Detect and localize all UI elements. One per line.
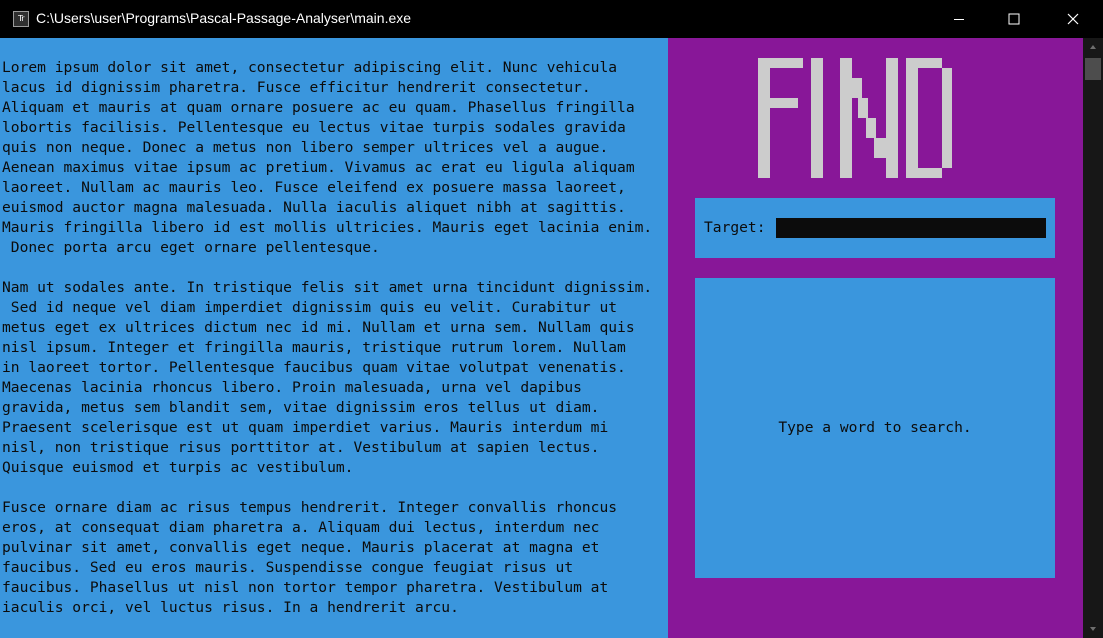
minimize-icon: [954, 19, 964, 20]
target-input[interactable]: [776, 218, 1046, 238]
passage-panel: Lorem ipsum dolor sit amet, consectetur …: [0, 38, 668, 638]
close-button[interactable]: [1050, 0, 1096, 38]
passage-paragraph-2: Nam ut sodales ante. In tristique felis …: [2, 279, 653, 476]
search-result-box: Type a word to search.: [695, 278, 1055, 578]
scroll-down-button[interactable]: [1083, 620, 1103, 638]
title-bar[interactable]: Tr C:\Users\user\Programs\Pascal-Passage…: [0, 0, 1103, 38]
scroll-up-icon: [1090, 45, 1096, 49]
passage-paragraph-1: Lorem ipsum dolor sit amet, consectetur …: [2, 59, 653, 256]
find-panel: Target: Type a word to search.: [668, 38, 1083, 638]
passage-paragraph-3: Fusce ornare diam ac risus tempus hendre…: [2, 499, 618, 616]
target-label: Target:: [704, 219, 766, 236]
terminal-app-icon[interactable]: Tr: [13, 11, 29, 27]
find-logo-graphic: [758, 58, 952, 178]
scroll-thumb[interactable]: [1085, 58, 1101, 80]
maximize-icon: [1008, 13, 1020, 25]
target-box: Target:: [695, 198, 1055, 258]
window-title: C:\Users\user\Programs\Pascal-Passage-An…: [36, 10, 412, 26]
minimize-button[interactable]: [936, 0, 982, 38]
close-icon: [1067, 13, 1079, 25]
find-logo: [758, 58, 958, 182]
scroll-down-icon: [1090, 627, 1096, 631]
search-result-message: Type a word to search.: [778, 419, 972, 436]
scroll-up-button[interactable]: [1083, 38, 1103, 56]
vertical-scrollbar[interactable]: [1083, 38, 1103, 638]
maximize-button[interactable]: [991, 0, 1037, 38]
console-window: Tr C:\Users\user\Programs\Pascal-Passage…: [0, 0, 1103, 638]
